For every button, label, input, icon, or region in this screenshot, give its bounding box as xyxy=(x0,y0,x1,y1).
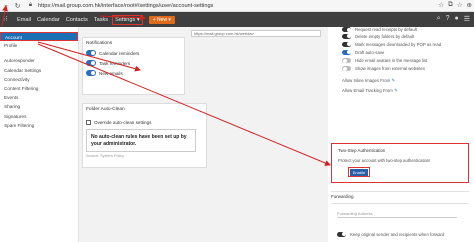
right-toggle-row-2: Mark messages downloaded by POP as read xyxy=(328,40,474,48)
collections-icon[interactable]: ⊕ xyxy=(467,1,472,9)
allow-email-tracking-label: Allow Email Tracking From xyxy=(342,87,393,93)
two-step-auth-title: Two-Step Authentication xyxy=(338,148,386,153)
divider xyxy=(331,203,469,204)
nav-calendar[interactable]: Calendar xyxy=(37,17,60,23)
star-icon[interactable]: ☆ xyxy=(438,1,444,9)
two-step-auth-description: Protect your account with two-step authe… xyxy=(338,158,431,163)
keep-original-toggle[interactable] xyxy=(337,231,346,237)
divider xyxy=(331,191,469,192)
sidebar-item-spam-filtering[interactable]: Spam Filtering xyxy=(0,121,78,130)
forwarding-title: Forwarding xyxy=(331,194,354,199)
show-external-images-toggle[interactable] xyxy=(342,66,351,72)
nav-email[interactable]: Email xyxy=(17,17,31,23)
enable-button-highlight: Enable xyxy=(348,167,370,177)
apps-grid-icon[interactable]: ⁝⁝ xyxy=(3,16,11,24)
keep-original-row: Keep original sender and recipients when… xyxy=(331,230,444,238)
new-emails-toggle[interactable] xyxy=(86,70,96,76)
nav-settings[interactable]: Settings ▾ xyxy=(112,14,143,25)
favorites-icon[interactable]: ☆ xyxy=(457,1,463,9)
show-external-images-label: Show images from external websites xyxy=(355,66,425,72)
notifications-title: Notifications xyxy=(86,41,113,46)
notifications-panel: Notifications Calendar reminders Task re… xyxy=(82,37,185,95)
enable-button[interactable]: Enable xyxy=(350,169,368,176)
right-toggle-row-4: Hide email avatars in the message list xyxy=(328,57,474,65)
app-window: ← ↻ 🔒︎ https://mail.group.com.hk/interfa… xyxy=(0,0,474,242)
pencil-icon[interactable]: ✎ xyxy=(391,78,395,83)
folder-auto-clean-panel: Folder Auto-Clean Override auto-clean se… xyxy=(82,103,207,168)
new-button-label: New xyxy=(157,16,168,23)
hide-avatars-toggle[interactable] xyxy=(342,58,351,64)
nav-contacts[interactable]: Contacts xyxy=(66,17,88,23)
right-toggle-row-3: Draft auto-save xyxy=(328,48,474,56)
new-button[interactable]: + New ▾ xyxy=(148,15,175,24)
sidebar-item-events[interactable]: Events xyxy=(0,93,78,102)
new-emails-label: New emails xyxy=(99,70,123,76)
allow-email-tracking-row[interactable]: Allow Email Tracking From ✎ xyxy=(328,88,474,94)
calendar-reminders-toggle[interactable] xyxy=(86,50,96,56)
search-icon[interactable]: ⌕ xyxy=(437,15,441,23)
sidebar-item-signatures[interactable]: Signatures xyxy=(0,112,78,121)
back-icon[interactable]: ← xyxy=(2,1,11,10)
read-receipts-toggle[interactable] xyxy=(342,27,351,32)
right-toggle-row-1: Delete empty folders by default xyxy=(328,32,474,40)
override-auto-clean-row: Override auto-clean settings xyxy=(83,117,206,127)
refresh-icon[interactable]: ↻ xyxy=(13,1,22,10)
nav-settings-label: Settings xyxy=(115,16,136,23)
lock-icon: 🔒︎ xyxy=(28,2,33,8)
plus-icon: + xyxy=(152,16,156,23)
task-reminders-toggle[interactable] xyxy=(86,60,96,66)
webdav-field[interactable]: https://mail.group.com.hk/webdav xyxy=(191,30,321,37)
delete-empty-folders-toggle[interactable] xyxy=(342,33,351,39)
hide-avatars-label: Hide email avatars in the message list xyxy=(355,58,428,64)
draft-auto-save-label: Draft auto-save xyxy=(355,49,385,55)
tab-icon[interactable]: ⧉ xyxy=(448,1,453,9)
menu-icon[interactable]: ☰ xyxy=(464,15,470,23)
help-icon[interactable]: ? xyxy=(446,15,450,23)
forwarding-address-field[interactable]: Forwarding Address xyxy=(337,210,457,218)
settings-sidebar: Account Profile Autoresponder Calendar S… xyxy=(0,27,79,242)
override-auto-clean-label: Override auto-clean settings xyxy=(94,119,152,125)
sidebar-item-calendar-settings[interactable]: Calendar Settings xyxy=(0,66,78,75)
chevron-down-icon: ▾ xyxy=(136,16,140,23)
allow-inline-images-row[interactable]: Allow Inline Images From ✎ xyxy=(328,78,474,84)
sidebar-item-account[interactable]: Account xyxy=(0,32,78,42)
sidebar-item-autoresponder[interactable]: Autoresponder xyxy=(0,56,78,65)
pencil-icon[interactable]: ✎ xyxy=(394,88,398,93)
user-icon[interactable]: ● xyxy=(454,15,458,23)
app-navbar: ⁝⁝ Email Calendar Contacts Tasks Setting… xyxy=(0,12,474,27)
source-label: Source: System Policy xyxy=(86,154,124,158)
right-toggle-row-5: Show images from external websites xyxy=(328,65,474,73)
sidebar-item-connectivity[interactable]: Connectivity xyxy=(0,75,78,84)
two-step-auth-panel: Two-Step Authentication Protect your acc… xyxy=(331,143,469,183)
calendar-reminders-label: Calendar reminders xyxy=(99,50,140,56)
sidebar-item-profile[interactable]: Profile xyxy=(0,41,78,50)
mark-pop-read-toggle[interactable] xyxy=(342,41,351,47)
folder-auto-clean-title: Folder Auto-Clean xyxy=(86,107,125,112)
notification-calendar-reminders: Calendar reminders xyxy=(83,48,184,58)
read-receipts-label: Request read receipts by default xyxy=(355,27,417,32)
sidebar-item-sharing[interactable]: Sharing xyxy=(0,102,78,111)
mark-pop-read-label: Mark messages downloaded by POP as read xyxy=(355,41,442,47)
notification-task-reminders: Task reminders xyxy=(83,58,184,68)
sidebar-item-content-filtering[interactable]: Content Filtering xyxy=(0,84,78,93)
draft-auto-save-toggle[interactable] xyxy=(342,49,351,55)
override-auto-clean-checkbox[interactable] xyxy=(86,119,91,125)
chevron-down-icon: ▾ xyxy=(168,16,171,23)
allow-inline-images-label: Allow Inline Images From xyxy=(342,77,391,83)
settings-middle-column: https://mail.group.com.hk/webdav Notific… xyxy=(79,27,328,242)
auto-clean-note: No auto-clean rules have been set up by … xyxy=(86,129,196,152)
address-bar[interactable]: https://mail.group.com.hk/interface/root… xyxy=(38,3,213,9)
task-reminders-label: Task reminders xyxy=(99,60,131,66)
nav-tasks[interactable]: Tasks xyxy=(94,17,108,23)
browser-toolbar: ← ↻ 🔒︎ https://mail.group.com.hk/interfa… xyxy=(0,0,474,12)
keep-original-label: Keep original sender and recipients when… xyxy=(350,231,445,237)
delete-empty-folders-label: Delete empty folders by default xyxy=(355,33,415,39)
notification-new-emails: New emails xyxy=(83,68,184,78)
